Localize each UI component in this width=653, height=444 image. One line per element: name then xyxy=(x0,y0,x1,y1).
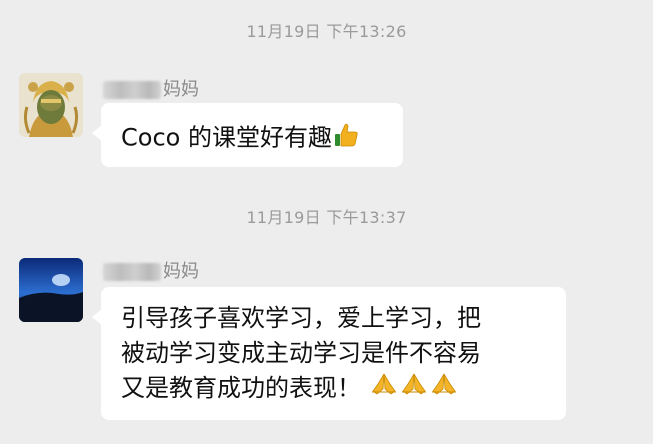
praying-hands-icon xyxy=(429,371,459,407)
sender-name: 妈妈 xyxy=(103,261,199,283)
message-text-container: 引导孩子喜欢学习，爱上学习，把 被动学习变成主动学习是件不容易 又是教育成功的表… xyxy=(121,301,557,407)
message-timestamp: 11月19日 下午13:26 xyxy=(246,22,407,41)
message-bubble[interactable]: 引导孩子喜欢学习，爱上学习，把 被动学习变成主动学习是件不容易 又是教育成功的表… xyxy=(92,287,566,420)
message-text-line-last: 又是教育成功的表现！ xyxy=(121,371,557,407)
message-text-container: Coco 的课堂好有趣 xyxy=(121,121,360,156)
message-text-line: 又是教育成功的表现！ xyxy=(121,374,361,402)
sender-name-suffix: 妈妈 xyxy=(163,261,199,282)
message-bubble[interactable]: Coco 的课堂好有趣 xyxy=(92,103,403,167)
sender-name: 妈妈 xyxy=(103,79,199,101)
message-text: Coco 的课堂好有趣 xyxy=(121,123,332,152)
redacted-name-blur xyxy=(103,81,161,99)
avatar-night-sky-image xyxy=(19,258,83,322)
message-text-line: 被动学习变成主动学习是件不容易 xyxy=(121,339,481,367)
avatar-golden-mask-image xyxy=(19,73,83,137)
avatar[interactable] xyxy=(19,73,83,137)
avatar[interactable] xyxy=(19,258,83,322)
message-timestamp: 11月19日 下午13:37 xyxy=(246,208,407,227)
thumbs-up-icon xyxy=(332,121,360,156)
sender-name-suffix: 妈妈 xyxy=(163,79,199,100)
praying-hands-icon xyxy=(369,371,399,407)
praying-hands-icon xyxy=(399,371,429,407)
message-text-line: 引导孩子喜欢学习，爱上学习，把 xyxy=(121,304,481,332)
redacted-name-blur xyxy=(103,263,161,281)
